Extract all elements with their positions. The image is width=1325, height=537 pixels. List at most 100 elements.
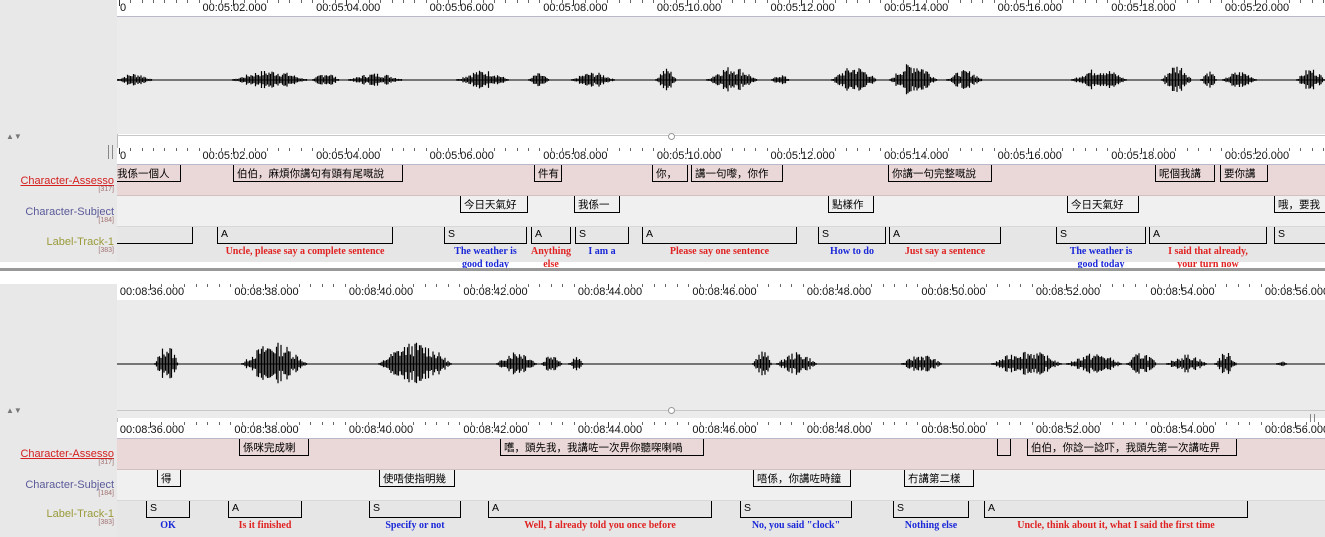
tier-label-label-track[interactable]: Label-Track-1 [383] [2,508,114,526]
minor-tick [289,148,291,151]
minor-tick [1077,422,1079,425]
annotation-text: 件有 [538,168,559,180]
assessor-tier-lane[interactable]: 係咪完成喇 嚿，頭先我，我講咗一次畀你聽㗎喇喎 伯伯，你諗一諗吓，我頭先第一次講… [117,439,1325,470]
minor-tick [868,0,870,3]
minor-tick [153,0,155,3]
audio-waveform[interactable] [117,16,1325,134]
tier-label-assessor[interactable]: Character-Assesso [317] [2,175,114,193]
minor-tick [882,422,884,425]
minor-tick [1317,284,1319,287]
minor-tick [1134,422,1136,425]
minor-tick [791,284,793,287]
tick-label: 00:08:52.000 [1035,424,1101,436]
minor-tick [504,422,506,425]
minor-tick [721,0,723,3]
minor-tick [414,148,416,151]
tier-label-subject[interactable]: Character-Subject [184] [2,479,114,497]
minor-tick [630,148,632,151]
minor-tick [1237,422,1239,425]
minor-tick [768,422,770,425]
tick-label: 00:08:36.000 [119,424,185,436]
assessor-tier-lane[interactable]: 我係一個人 伯伯，麻煩你講句有頭有尾嘅說 件有 你， 講一句嚟，你作 你講一句完… [117,165,1325,196]
minor-tick [743,148,745,151]
minor-tick [390,284,392,287]
tier-timeline-ruler[interactable]: 00:08:36.000 00:08:38.000 00:08:40.000 00:0… [117,422,1325,439]
minor-tick [310,284,312,287]
minor-tick [1073,0,1075,3]
waveform-timeline-ruler[interactable]: 00:08:36.000 00:08:38.000 00:08:40.000 00:0… [117,284,1325,301]
tier-drag-handle-icon[interactable] [108,145,113,159]
minor-tick [298,422,300,425]
tier-timeline-ruler[interactable]: 0 00:05:02.000 00:05:04.000 00:05:06.000 00:… [117,148,1325,165]
minor-tick [218,422,220,425]
annotation-text: 講一句嚟，你作 [695,168,769,180]
label-marker: S [448,228,456,240]
minor-tick [493,0,495,3]
collapse-arrows-icon[interactable]: ▲▼ [6,132,22,141]
minor-tick [130,0,132,3]
splitter[interactable] [117,410,1325,411]
minor-tick [959,0,961,3]
minor-tick [834,148,836,151]
minor-tick [607,148,609,151]
annotation-text: 哦，要我 [1278,199,1320,211]
tick-label: 00:05:02.000 [202,150,267,162]
minor-tick [312,0,314,3]
minor-tick [1020,422,1022,425]
tick-label: 00:08:36.000 [119,286,185,298]
label-text: Is it finished [238,520,292,531]
minor-tick [630,0,632,3]
tier-label-assessor[interactable]: Character-Assesso [317] [2,448,114,466]
annotation-text: 呢個我講 [1159,168,1201,180]
minor-tick [1306,284,1308,287]
minor-tick [882,284,884,287]
label-track-lane[interactable]: S OK A Is it finished S Specify or not A… [117,501,1325,537]
minor-tick [278,0,280,3]
label-marker: A [646,228,654,240]
minor-tick [1050,148,1052,151]
label-text: Specify or not [385,520,445,531]
minor-tick [1226,284,1228,287]
tier-count: [184] [98,217,114,224]
minor-tick [368,148,370,151]
label-marker: S [1278,228,1286,240]
splitter-handle-icon[interactable] [668,133,675,140]
audio-waveform[interactable] [117,300,1325,418]
waveform-timeline-ruler[interactable]: 0 00:05:02.000 00:05:04.000 00:05:06.000 00:… [117,0,1325,17]
tick-label: 00:05:14.000 [884,2,949,14]
minor-tick [539,422,541,425]
minor-tick [298,284,300,287]
minor-tick [573,422,575,425]
minor-tick [550,422,552,425]
tick-label: 0 [120,150,127,162]
minor-tick [1031,422,1033,425]
annotation-text: 你， [656,168,677,180]
splitter-handle-icon[interactable] [668,407,675,414]
tick-label: 00:05:20.000 [1224,2,1290,14]
minor-tick [550,284,552,287]
subject-tier-lane[interactable]: 今日天氣好 我係一 點樣作 今日天氣好 哦，要我 [117,196,1325,227]
minor-tick [527,148,529,151]
minor-tick [732,148,734,151]
minor-tick [823,148,825,151]
annotation-text: 伯伯，你諗一諗吓，我頭先第一次講咗畀 [1031,442,1220,454]
minor-tick [868,148,870,151]
minor-tick [1191,422,1193,425]
minor-tick [584,148,586,151]
label-text: Well, I already told you once before [524,520,676,531]
minor-tick [698,0,700,3]
tick-label: 00:08:50.000 [921,286,986,298]
collapse-arrows-icon[interactable]: ▲▼ [6,406,22,415]
label-track-lane[interactable]: A Uncle, please say a complete sentence … [117,227,1325,270]
splitter[interactable] [117,135,1325,136]
minor-tick [779,422,781,425]
tier-label-label-track[interactable]: Label-Track-1 [383] [2,236,114,254]
tick-label: 00:05:10.000 [656,2,722,14]
minor-tick [880,0,882,3]
subject-tier-lane[interactable]: 得 使唔使指明幾 唔係，你講咗時鐘 冇講第二樣 [117,470,1325,501]
tier-label-subject[interactable]: Character-Subject [184] [2,206,114,224]
minor-tick [527,0,529,3]
minor-tick [1100,284,1102,287]
minor-tick [207,284,209,287]
label-marker: S [373,502,381,514]
